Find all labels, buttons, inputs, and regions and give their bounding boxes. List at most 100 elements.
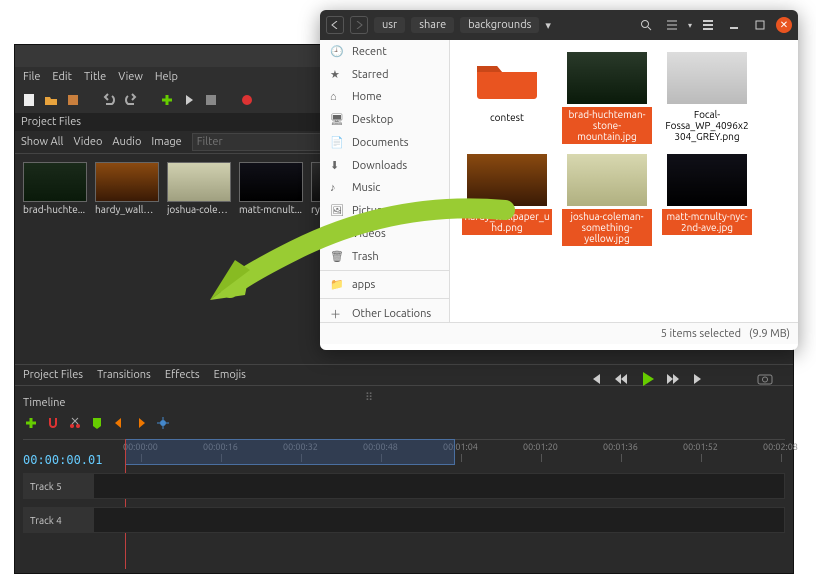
forward-icon[interactable] <box>665 371 681 387</box>
minimize-icon[interactable] <box>724 15 744 35</box>
razor-icon[interactable] <box>67 415 83 431</box>
folder-icon: 📁 <box>330 278 344 291</box>
sidebar-item-documents[interactable]: 📄Documents <box>320 131 449 154</box>
hamburger-icon[interactable] <box>698 15 718 35</box>
thumb-label: hardy_wallpa... <box>95 204 159 215</box>
file-item[interactable]: brad-huchteman-stone-mountain.jpg <box>562 52 652 144</box>
sidebar-item-label: apps <box>352 279 375 291</box>
sidebar-item-other-locations[interactable]: ＋Other Locations <box>320 301 449 322</box>
jump-end-icon[interactable] <box>691 371 707 387</box>
file-item[interactable]: Focal-Fossa_WP_4096x2304_GREY.png <box>662 52 752 144</box>
marker-next-icon[interactable] <box>133 415 149 431</box>
chevron-down-icon[interactable]: ▾ <box>688 21 692 30</box>
vid-icon: 🎬 <box>330 227 344 240</box>
back-button[interactable] <box>326 16 344 34</box>
tab-showall[interactable]: Show All <box>21 136 63 148</box>
new-icon[interactable] <box>21 92 37 108</box>
search-icon[interactable] <box>636 15 656 35</box>
music-icon: ♪ <box>330 182 344 194</box>
clock-icon: 🕘 <box>330 45 344 58</box>
track-row[interactable]: Track 5 <box>23 473 785 499</box>
sidebar-item-videos[interactable]: 🎬Videos <box>320 222 449 245</box>
marker-add-icon[interactable] <box>89 415 105 431</box>
timecode[interactable]: 00:00:00.01 <box>23 453 102 467</box>
sidebar-item-starred[interactable]: ★Starred <box>320 63 449 86</box>
tab-emojis[interactable]: Emojis <box>214 369 246 381</box>
track-name[interactable]: Track 4 <box>24 508 94 532</box>
project-file-thumb[interactable]: brad-huchte... <box>23 162 87 356</box>
tab-video[interactable]: Video <box>73 136 102 148</box>
tab-audio[interactable]: Audio <box>112 136 141 148</box>
open-icon[interactable] <box>43 92 59 108</box>
sidebar-item-music[interactable]: ♪Music <box>320 177 449 199</box>
rewind-icon[interactable] <box>613 371 629 387</box>
menu-help[interactable]: Help <box>155 71 178 83</box>
menu-file[interactable]: File <box>23 71 40 83</box>
sidebar-item-recent[interactable]: 🕘 Recent <box>320 40 449 63</box>
tab-image[interactable]: Image <box>151 136 181 148</box>
file-item[interactable]: joshua-coleman-something-yellow.jpg <box>562 154 652 246</box>
timeline-label: Timeline <box>23 397 66 409</box>
export-icon[interactable] <box>203 92 219 108</box>
playhead[interactable] <box>125 439 126 569</box>
breadcrumb[interactable]: share <box>411 17 454 33</box>
project-file-thumb[interactable]: hardy_wallpa... <box>95 162 159 356</box>
track-row[interactable]: Track 4 <box>23 507 785 533</box>
marker-prev-icon[interactable] <box>111 415 127 431</box>
selection-region[interactable] <box>125 439 455 465</box>
maximize-icon[interactable] <box>750 15 770 35</box>
file-item[interactable]: contest <box>462 52 552 144</box>
tab-effects[interactable]: Effects <box>165 369 200 381</box>
forward-button[interactable] <box>350 16 368 34</box>
center-playhead-icon[interactable] <box>155 415 171 431</box>
view-list-icon[interactable] <box>662 15 682 35</box>
menu-view[interactable]: View <box>118 71 143 83</box>
thumb-label: joshua-colem... <box>167 204 231 215</box>
menu-title[interactable]: Title <box>84 71 106 83</box>
tab-transitions[interactable]: Transitions <box>97 369 151 381</box>
sidebar-item-trash[interactable]: 🗑Trash <box>320 245 449 268</box>
project-file-thumb[interactable]: joshua-colem... <box>167 162 231 356</box>
close-icon[interactable]: ✕ <box>776 17 792 33</box>
file-item[interactable]: hardy_wallpaper_uhd.png <box>462 154 552 246</box>
sidebar-item-desktop[interactable]: 🖥Desktop <box>320 108 449 131</box>
thumb-label: matt-mcnult... <box>239 204 303 215</box>
doc-icon: 📄 <box>330 136 344 149</box>
redo-icon[interactable] <box>123 92 139 108</box>
fm-headerbar: usr share backgrounds ▾ ▾ ✕ <box>320 10 798 40</box>
jump-start-icon[interactable] <box>587 371 603 387</box>
sidebar-item-home[interactable]: ⌂Home <box>320 86 449 108</box>
star-icon: ★ <box>330 68 344 81</box>
file-item[interactable]: matt-mcnulty-nyc-2nd-ave.jpg <box>662 154 752 246</box>
camera-icon[interactable] <box>757 371 773 387</box>
breadcrumb[interactable]: backgrounds <box>460 17 539 33</box>
file-name: brad-huchteman-stone-mountain.jpg <box>562 107 652 144</box>
drag-handle-icon[interactable]: ⠿ <box>365 391 377 404</box>
trash-icon: 🗑 <box>330 250 344 263</box>
project-file-thumb[interactable]: matt-mcnult... <box>239 162 303 356</box>
ruler-mark: 00:01:36 <box>603 442 638 452</box>
record-icon[interactable] <box>239 92 255 108</box>
sidebar-item-label: Pictures <box>352 205 392 217</box>
save-icon[interactable] <box>65 92 81 108</box>
fm-file-grid[interactable]: contest brad-huchteman-stone-mountain.jpg… <box>450 40 798 322</box>
add-track-icon[interactable] <box>23 415 39 431</box>
file-name: joshua-coleman-something-yellow.jpg <box>562 209 652 246</box>
sidebar-item-downloads[interactable]: ⬇Downloads <box>320 154 449 177</box>
undo-icon[interactable] <box>101 92 117 108</box>
breadcrumb[interactable]: usr <box>374 17 405 33</box>
play-button-icon[interactable] <box>639 371 655 387</box>
tab-project-files[interactable]: Project Files <box>23 369 83 381</box>
file-name: hardy_wallpaper_uhd.png <box>462 209 552 235</box>
sidebar-item-pictures[interactable]: 🖼Pictures <box>320 199 449 222</box>
fm-statusbar: 5 items selected (9.9 MB) <box>320 322 798 344</box>
snap-icon[interactable] <box>45 415 61 431</box>
menu-edit[interactable]: Edit <box>52 71 72 83</box>
sidebar-item-apps[interactable]: 📁 apps <box>320 273 449 296</box>
add-icon[interactable] <box>159 92 175 108</box>
track-name[interactable]: Track 5 <box>24 474 94 498</box>
play-icon[interactable] <box>181 92 197 108</box>
chevron-down-icon[interactable]: ▾ <box>545 19 551 32</box>
timeline-tools <box>23 415 171 431</box>
sidebar-item-label: Recent <box>352 46 387 58</box>
